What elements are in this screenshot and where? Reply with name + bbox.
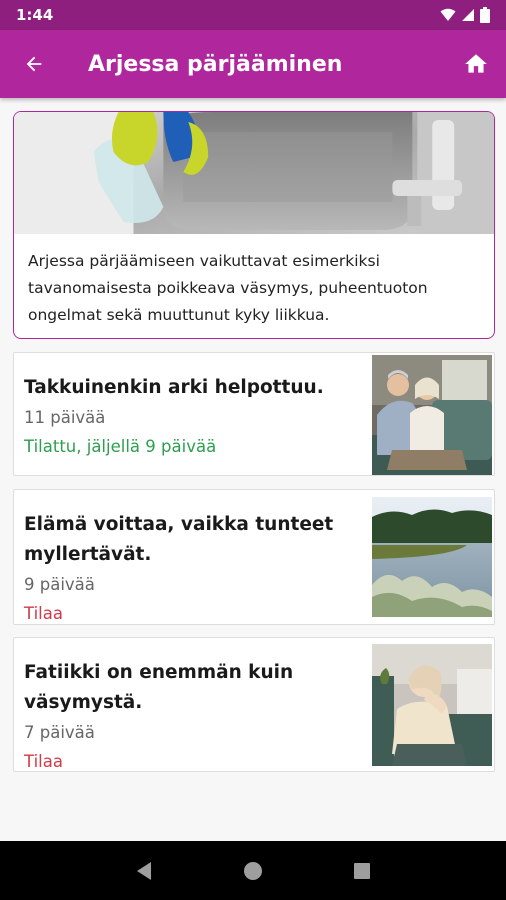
course-days: 7 päivää: [24, 723, 95, 742]
status-icons: [440, 7, 490, 23]
intro-card: Arjessa pärjäämiseen vaikuttavat esimerk…: [13, 111, 495, 339]
sink-cleaning-photo: [14, 112, 494, 234]
nav-home-icon: [243, 861, 262, 880]
course-text: Takkuinenkin arki helpottuu. 11 päivää T…: [24, 373, 364, 461]
status-bar: 1:44: [0, 0, 506, 30]
status-time: 1:44: [16, 6, 54, 24]
nav-back-icon: [137, 861, 152, 880]
system-nav-bar: [0, 841, 506, 900]
course-days: 11 päivää: [24, 408, 106, 427]
course-card[interactable]: Takkuinenkin arki helpottuu. 11 päivää T…: [13, 352, 495, 476]
course-status: Tilattu, jäljellä 9 päivää: [24, 437, 217, 456]
app-bar: Arjessa pärjääminen: [0, 30, 506, 98]
battery-icon: [480, 7, 490, 23]
course-text: Fatiikki on enemmän kuin väsymystä. 7 pä…: [24, 658, 364, 776]
course-card[interactable]: Fatiikki on enemmän kuin väsymystä. 7 pä…: [13, 637, 495, 772]
course-days: 9 päivää: [24, 575, 95, 594]
nav-back-button[interactable]: [124, 851, 164, 891]
tired-woman-photo: [372, 644, 492, 766]
nav-recents-button[interactable]: [342, 851, 382, 891]
signal-icon: [462, 9, 474, 21]
course-title: Takkuinenkin arki helpottuu.: [24, 377, 324, 398]
nav-home-button[interactable]: [233, 851, 273, 891]
course-title: Elämä voittaa, vaikka tunteet myllertävä…: [24, 514, 334, 565]
course-status: Tilaa: [24, 752, 63, 771]
course-card[interactable]: Elämä voittaa, vaikka tunteet myllertävä…: [13, 489, 495, 625]
course-status: Tilaa: [24, 604, 63, 623]
back-button[interactable]: [0, 30, 68, 98]
nav-recents-icon: [353, 862, 370, 879]
elderly-couple-photo: [372, 355, 492, 475]
wifi-icon: [440, 8, 456, 21]
page-title: Arjessa pärjääminen: [88, 51, 343, 77]
home-icon: [465, 54, 487, 73]
arrow-back-icon: [26, 56, 42, 72]
course-title: Fatiikki on enemmän kuin väsymystä.: [24, 662, 294, 713]
lake-landscape-photo: [372, 497, 492, 617]
home-button[interactable]: [446, 30, 506, 98]
course-text: Elämä voittaa, vaikka tunteet myllertävä…: [24, 510, 364, 628]
intro-text: Arjessa pärjäämiseen vaikuttavat esimerk…: [28, 252, 428, 324]
